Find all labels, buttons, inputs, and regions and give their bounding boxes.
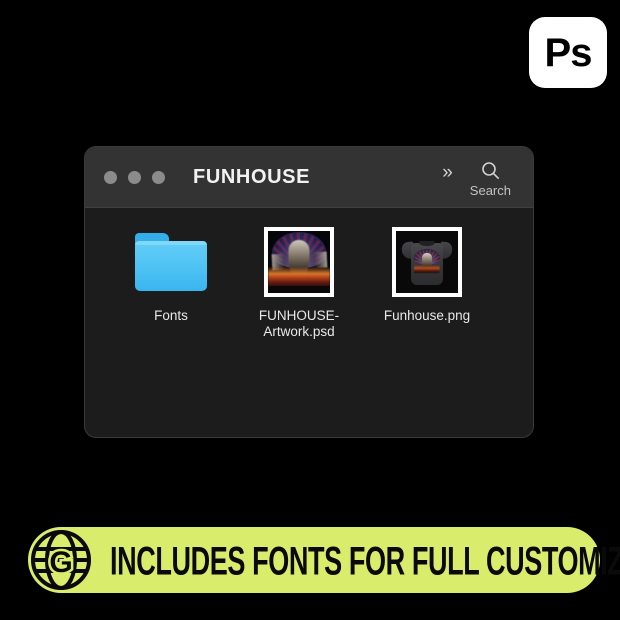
- page-root: Ps FUNHOUSE » Search Fonts FUNHOUSE-Artw…: [0, 0, 620, 620]
- artwork-thumbnail: [264, 227, 334, 297]
- folder-icon-box: [128, 226, 214, 298]
- photoshop-badge-label: Ps: [544, 30, 593, 75]
- globe-g-icon: G: [28, 527, 94, 593]
- search-control[interactable]: Search: [470, 161, 511, 197]
- finder-window: FUNHOUSE » Search Fonts FUNHOUSE-Artwork…: [84, 146, 534, 438]
- search-icon[interactable]: [481, 161, 500, 180]
- zoom-button[interactable]: [152, 170, 165, 184]
- window-title: FUNHOUSE: [193, 165, 311, 188]
- fonts-banner: G INCLUDES FONTS FOR FULL CUSTOMIZATION: [28, 527, 620, 593]
- file-item-fonts[interactable]: Fonts: [107, 226, 235, 340]
- finder-titlebar: FUNHOUSE » Search: [85, 147, 533, 208]
- banner-text: INCLUDES FONTS FOR FULL CUSTOMIZATION: [110, 537, 620, 583]
- titlebar-actions: » Search: [442, 147, 533, 207]
- tshirt-thumbnail: [392, 227, 462, 297]
- file-grid: Fonts FUNHOUSE-Artwork.psd Funhouse.png: [85, 208, 533, 340]
- photoshop-badge: Ps: [529, 17, 607, 88]
- file-item-funhouse-png[interactable]: Funhouse.png: [363, 226, 491, 340]
- tshirt-icon-box: [384, 226, 470, 298]
- close-button[interactable]: [104, 170, 117, 184]
- traffic-lights: [104, 170, 165, 184]
- blue-folder-icon: [135, 233, 207, 291]
- minimize-button[interactable]: [128, 170, 141, 184]
- file-label: Funhouse.png: [383, 308, 471, 323]
- search-label: Search: [469, 183, 511, 198]
- file-label: FUNHOUSE-Artwork.psd: [258, 308, 340, 339]
- file-label: Fonts: [154, 308, 188, 323]
- svg-text:G: G: [49, 546, 72, 579]
- chevron-double-right-icon[interactable]: »: [442, 163, 452, 182]
- file-item-artwork[interactable]: FUNHOUSE-Artwork.psd: [235, 226, 363, 340]
- artwork-icon-box: [256, 226, 342, 298]
